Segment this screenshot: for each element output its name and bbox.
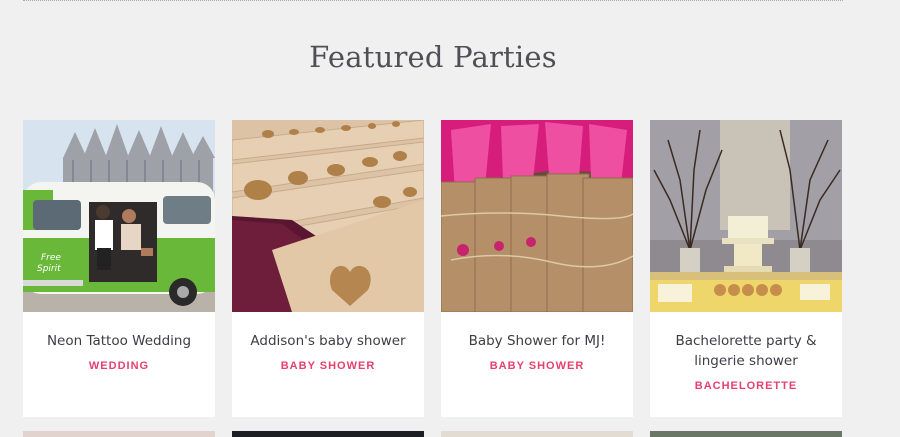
card-category-tag[interactable]: WEDDING <box>23 360 215 372</box>
party-cards: Free Spirit Neon Tattoo Wedding WEDDING <box>23 120 842 417</box>
card-image-wedding[interactable]: Free Spirit <box>23 120 215 312</box>
card-title[interactable]: Baby Shower for MJ! <box>449 331 625 351</box>
pink-favor-bags-photo <box>441 120 633 312</box>
featured-parties-page: Featured Parties Free Spirit Neon Tattoo… <box>0 0 900 437</box>
card-title[interactable]: Neon Tattoo Wedding <box>31 331 207 351</box>
next-card-image-stub <box>232 431 424 437</box>
section-title: Featured Parties <box>309 40 557 74</box>
party-card[interactable]: Addison's baby shower BABY SHOWER <box>232 120 424 417</box>
party-card[interactable]: Baby Shower for MJ! BABY SHOWER <box>441 120 633 417</box>
card-title[interactable]: Bachelorette party & lingerie shower <box>658 331 834 371</box>
card-image-bachelorette[interactable] <box>650 120 842 312</box>
card-image-baby-shower-mj[interactable] <box>441 120 633 312</box>
dessert-table-photo <box>650 120 842 312</box>
next-row-cards <box>23 431 842 437</box>
party-card[interactable]: Free Spirit Neon Tattoo Wedding WEDDING <box>23 120 215 417</box>
glitter-heart-cards-photo <box>232 120 424 312</box>
svg-text:Free: Free <box>41 253 61 263</box>
party-card[interactable]: Bachelorette party & lingerie shower BAC… <box>650 120 842 417</box>
next-card-image-stub <box>650 431 842 437</box>
top-divider <box>23 0 843 1</box>
card-title[interactable]: Addison's baby shower <box>240 331 416 351</box>
cathedral-van-photo: Free Spirit <box>23 120 215 312</box>
card-category-tag[interactable]: BABY SHOWER <box>232 360 424 372</box>
next-card-image-stub <box>23 431 215 437</box>
card-category-tag[interactable]: BACHELORETTE <box>650 380 842 392</box>
next-card-image-stub <box>441 431 633 437</box>
card-category-tag[interactable]: BABY SHOWER <box>441 360 633 372</box>
svg-text:Spirit: Spirit <box>37 264 61 274</box>
card-image-baby-shower[interactable] <box>232 120 424 312</box>
